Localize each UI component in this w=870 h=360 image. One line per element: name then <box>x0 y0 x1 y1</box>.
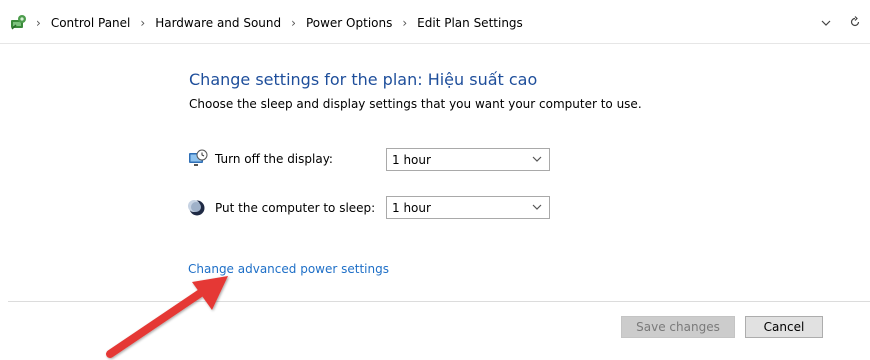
breadcrumb-separator-icon: › <box>291 16 296 30</box>
control-panel-icon <box>11 15 26 30</box>
breadcrumb-separator-icon: › <box>36 16 41 30</box>
chevron-down-icon <box>821 20 831 26</box>
address-history-dropdown[interactable] <box>817 14 835 32</box>
sleep-timeout-select[interactable]: 1 hour <box>386 196 550 219</box>
display-timeout-label: Turn off the display: <box>215 152 333 166</box>
chevron-down-icon <box>532 156 542 162</box>
sleep-timeout-label: Put the computer to sleep: <box>215 201 376 215</box>
breadcrumb-edit-plan-settings[interactable]: Edit Plan Settings <box>415 16 525 30</box>
breadcrumb-hardware-and-sound[interactable]: Hardware and Sound <box>153 16 283 30</box>
refresh-button[interactable] <box>846 13 864 31</box>
breadcrumb-power-options[interactable]: Power Options <box>304 16 394 30</box>
display-monitor-icon <box>189 149 208 166</box>
breadcrumb-control-panel[interactable]: Control Panel <box>49 16 133 30</box>
address-bar: › Control Panel › Hardware and Sound › P… <box>0 0 870 44</box>
page-subtitle: Choose the sleep and display settings th… <box>189 97 642 111</box>
sleep-moon-icon <box>188 200 205 216</box>
display-timeout-value: 1 hour <box>392 153 431 167</box>
display-timeout-select[interactable]: 1 hour <box>386 148 550 171</box>
page-title: Change settings for the plan: Hiệu suất … <box>189 70 538 89</box>
breadcrumb-separator-icon: › <box>402 16 408 30</box>
breadcrumb-separator-icon: › <box>140 16 146 30</box>
chevron-down-icon <box>532 204 542 210</box>
annotation-arrow-icon <box>106 276 228 358</box>
refresh-icon <box>850 16 860 27</box>
breadcrumb: › Control Panel › Hardware and Sound › P… <box>36 14 525 32</box>
cancel-button[interactable]: Cancel <box>745 316 823 338</box>
sleep-timeout-value: 1 hour <box>392 201 431 215</box>
save-changes-button[interactable]: Save changes <box>621 316 735 338</box>
